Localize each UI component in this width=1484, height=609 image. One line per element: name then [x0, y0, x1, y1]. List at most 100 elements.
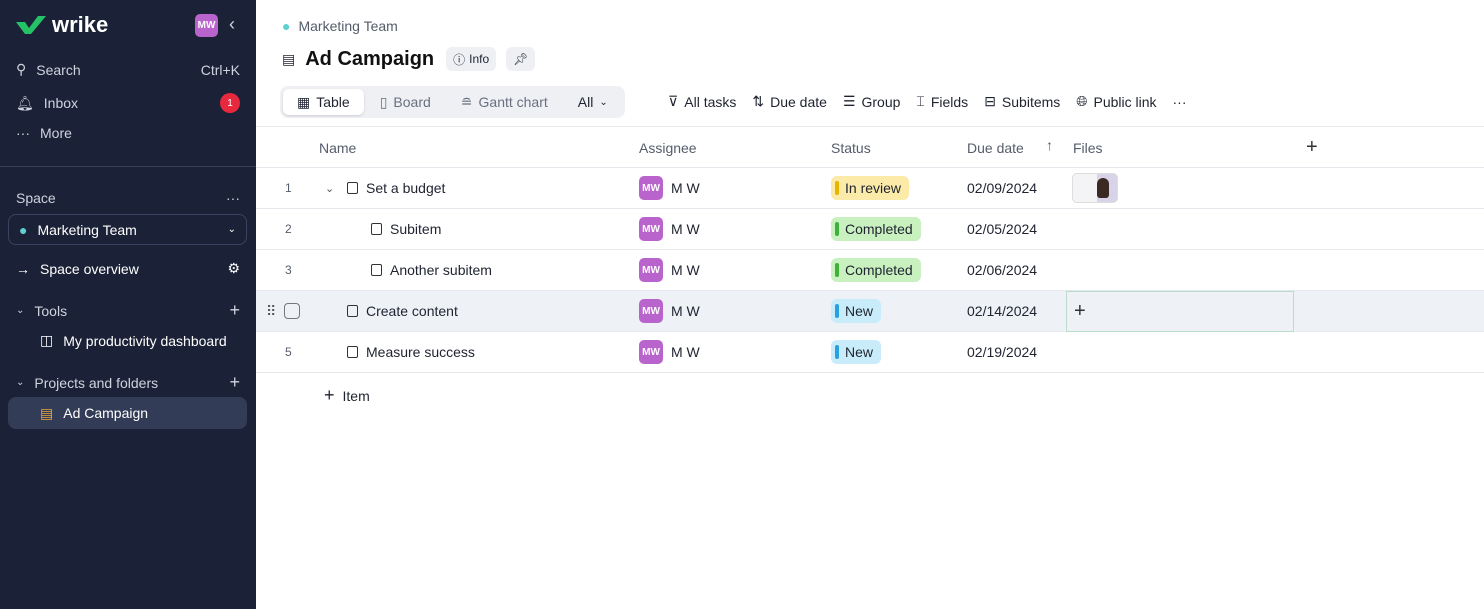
group-button[interactable]: ☰ Group: [843, 93, 900, 110]
task-name: Another subitem: [390, 262, 492, 278]
projects-section[interactable]: ⌄ Projects and folders +: [16, 372, 240, 393]
task-icon: [347, 182, 358, 194]
task-name-cell[interactable]: Another subitem: [371, 250, 492, 290]
plus-icon: +: [324, 385, 335, 405]
info-button[interactable]: ⓘ Info: [446, 47, 497, 71]
chevron-down-icon: ⌄: [16, 377, 25, 388]
assignee-cell[interactable]: MW M W: [639, 332, 700, 372]
sort-button[interactable]: ⇅ Due date: [752, 93, 827, 110]
row-checkbox[interactable]: [284, 291, 300, 331]
add-project-icon[interactable]: +: [229, 372, 240, 393]
status-badge: Completed: [831, 217, 921, 241]
wrike-logo[interactable]: wrike: [16, 12, 108, 38]
assignee-cell[interactable]: MW M W: [639, 250, 700, 290]
inbox-nav[interactable]: 🔔︎ Inbox 1: [16, 93, 240, 113]
drag-handle-icon[interactable]: ⠿: [266, 291, 276, 331]
search-label: Search: [36, 61, 81, 78]
project-icon: ▤: [282, 50, 296, 67]
sort-icon: ⇅: [752, 93, 765, 109]
search-nav[interactable]: ⚲ Search Ctrl+K: [16, 61, 240, 78]
fields-icon: ⌶: [916, 93, 925, 109]
task-name-cell[interactable]: Set a budget: [347, 168, 445, 208]
public-link-button[interactable]: 🌐︎ Public link: [1076, 93, 1156, 110]
subitems-label: Subitems: [1001, 93, 1061, 110]
table-row[interactable]: 1 ⌄ Set a budget MW M W In review 02/09/2024: [256, 168, 1484, 209]
file-thumbnail[interactable]: [1072, 168, 1118, 208]
table-row[interactable]: 2 Subitem MW M W Completed 02/05/2024: [256, 209, 1484, 250]
public-link-label: Public link: [1093, 93, 1157, 110]
avatar: MW: [639, 176, 663, 200]
task-name-cell[interactable]: Subitem: [371, 209, 441, 249]
filter-button[interactable]: ⊽ All tasks: [668, 93, 736, 110]
status-cell[interactable]: Completed: [831, 209, 921, 249]
add-tool-icon[interactable]: +: [229, 300, 240, 321]
status-badge: New: [831, 299, 882, 323]
task-name-cell[interactable]: Create content: [347, 291, 458, 331]
gear-icon[interactable]: ⚙: [227, 260, 240, 277]
column-header-assignee[interactable]: Assignee: [639, 140, 697, 156]
dashboard-nav[interactable]: ◫ My productivity dashboard: [40, 332, 264, 349]
collapse-sidebar-icon[interactable]: ‹: [229, 14, 235, 35]
column-header-status[interactable]: Status: [831, 140, 871, 156]
column-header-due-date[interactable]: Due date: [967, 140, 1024, 156]
breadcrumb[interactable]: ● Marketing Team: [282, 18, 398, 34]
due-date-cell[interactable]: 02/05/2024: [967, 209, 1037, 249]
more-nav[interactable]: ··· More: [16, 125, 240, 141]
assignee-name: M W: [671, 344, 700, 360]
expand-chevron-icon[interactable]: ⌄: [325, 168, 334, 208]
table-row[interactable]: 5 Measure success MW M W New 02/19/2024: [256, 332, 1484, 373]
column-header-name[interactable]: Name: [319, 140, 356, 156]
breadcrumb-space[interactable]: Marketing Team: [298, 18, 397, 34]
space-selector[interactable]: ● Marketing Team ⌄: [8, 214, 247, 245]
all-views-dropdown[interactable]: All ⌄: [564, 89, 622, 115]
page-title[interactable]: Ad Campaign: [305, 48, 434, 71]
subitems-button[interactable]: ⊟ Subitems: [984, 93, 1060, 110]
more-options-button[interactable]: ···: [1173, 94, 1187, 110]
table-row[interactable]: ⠿ Create content MW M W New 02/14/2024 +: [256, 291, 1484, 332]
user-avatar[interactable]: MW: [195, 14, 218, 37]
tab-gantt[interactable]: ≘ Gantt chart: [447, 89, 562, 115]
due-date-cell[interactable]: 02/19/2024: [967, 332, 1037, 372]
task-name: Measure success: [366, 344, 475, 360]
divider: [256, 126, 1484, 127]
task-icon: [371, 264, 382, 276]
tools-section[interactable]: ⌄ Tools +: [16, 300, 240, 321]
filter-label: All tasks: [684, 93, 737, 110]
assignee-cell[interactable]: MW M W: [639, 291, 700, 331]
assignee-cell[interactable]: MW M W: [639, 168, 700, 208]
group-icon: ☰: [842, 93, 856, 109]
project-ad-campaign[interactable]: ▤ Ad Campaign: [8, 397, 247, 429]
space-overview-nav[interactable]: → Space overview ⚙: [16, 260, 240, 277]
space-header: Space ···: [16, 190, 240, 206]
status-cell[interactable]: In review: [831, 168, 910, 208]
column-header-files[interactable]: Files: [1073, 140, 1103, 156]
info-icon: ⓘ: [453, 52, 466, 67]
status-cell[interactable]: Completed: [831, 250, 921, 290]
more-icon: ···: [16, 125, 30, 141]
due-date-cell[interactable]: 02/06/2024: [967, 250, 1037, 290]
status-badge: In review: [831, 176, 910, 200]
tab-table[interactable]: ▦ Table: [283, 89, 364, 115]
avatar: MW: [639, 299, 663, 323]
sort-ascending-icon[interactable]: ↑: [1046, 137, 1053, 153]
status-cell[interactable]: New: [831, 291, 882, 331]
assignee-name: M W: [671, 221, 700, 237]
assignee-cell[interactable]: MW M W: [639, 209, 700, 249]
task-name-cell[interactable]: Measure success: [347, 332, 475, 372]
table-row[interactable]: 3 Another subitem MW M W Completed 02/06/2024: [256, 250, 1484, 291]
fields-button[interactable]: ⌶ Fields: [916, 93, 968, 110]
pin-button[interactable]: 📌︎: [506, 47, 536, 71]
tools-label: Tools: [34, 302, 68, 319]
row-number: 1: [285, 181, 292, 195]
add-item-button[interactable]: + Item: [324, 385, 370, 406]
status-cell[interactable]: New: [831, 332, 882, 372]
add-column-icon[interactable]: +: [1306, 136, 1318, 159]
due-date-cell[interactable]: 02/14/2024: [967, 291, 1037, 331]
info-label: Info: [469, 52, 490, 66]
gantt-icon: ≘: [460, 93, 473, 110]
tab-board[interactable]: ▯ Board: [366, 89, 445, 115]
space-menu-icon[interactable]: ···: [226, 190, 240, 206]
add-file-cell[interactable]: +: [1066, 291, 1294, 332]
enter-icon: →: [16, 260, 30, 277]
due-date-cell[interactable]: 02/09/2024: [967, 168, 1037, 208]
